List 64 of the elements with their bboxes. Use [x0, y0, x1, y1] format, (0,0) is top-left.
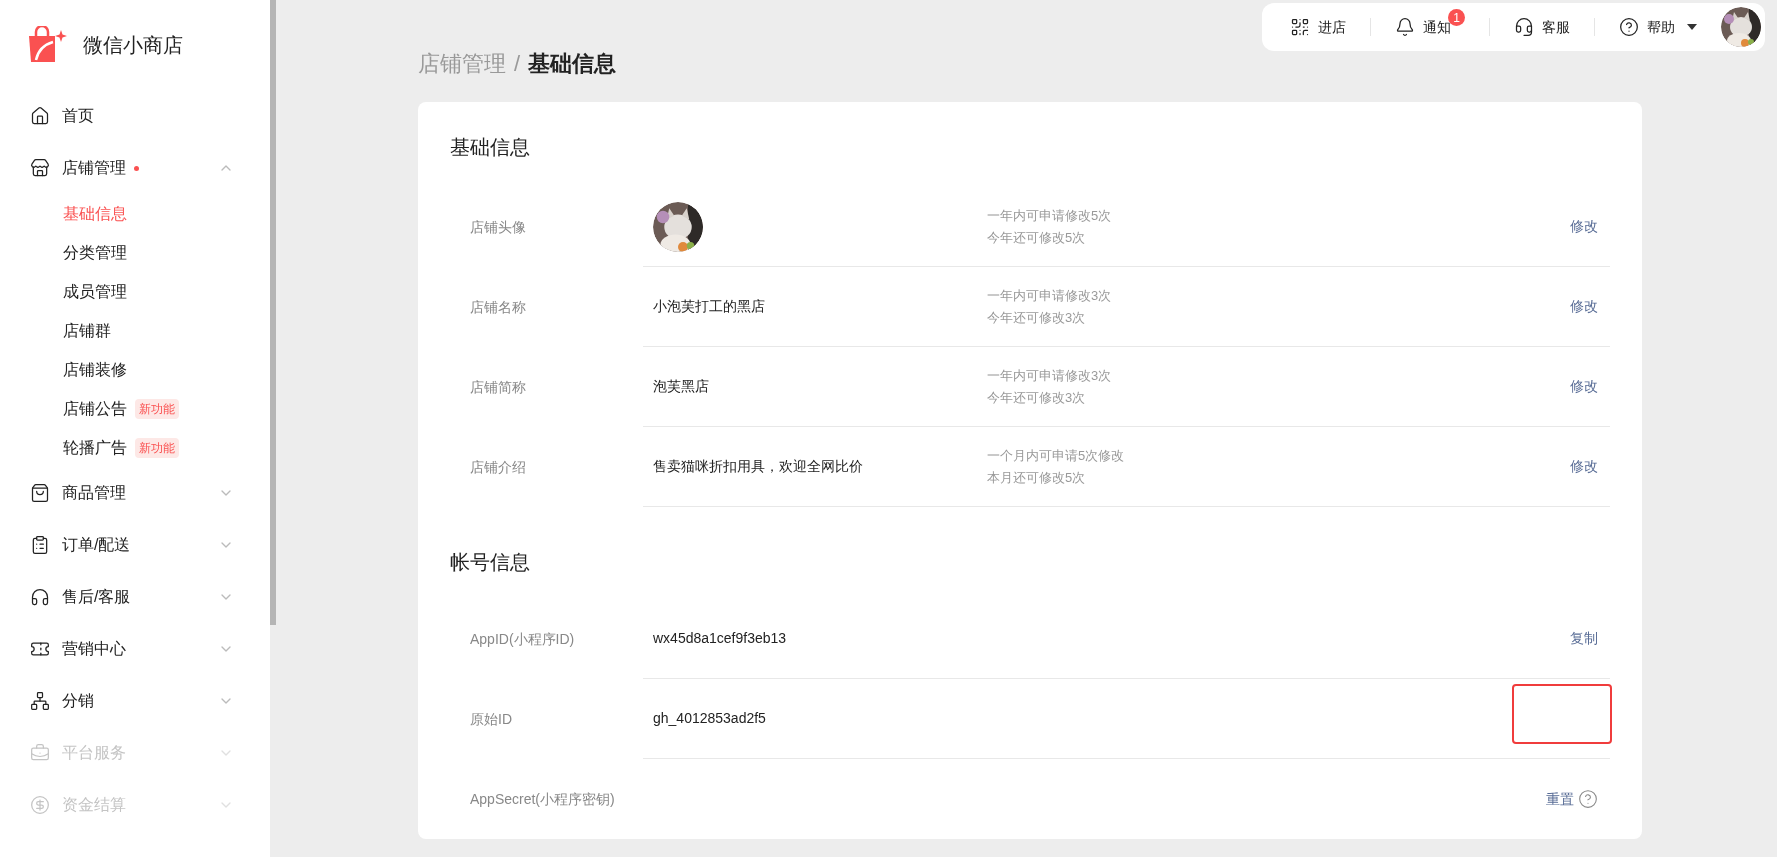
quota-note: 一年内可申请修改3次: [987, 286, 1113, 305]
quota-note: 本月还可修改5次: [987, 469, 1087, 487]
new-badge: 新功能: [135, 398, 179, 419]
clipboard-icon: [30, 535, 50, 555]
briefcase-icon: [30, 743, 50, 763]
quota-note: 今年还可修改3次: [987, 389, 1087, 407]
logo-icon: [27, 26, 67, 64]
sidebar-item[interactable]: 商品管理: [0, 467, 270, 519]
breadcrumb-separator: /: [514, 49, 521, 78]
section-title: 基础信息: [450, 135, 531, 160]
qr-code-icon: [1290, 17, 1310, 37]
network-icon: [30, 691, 50, 711]
field-label: AppID(小程序ID): [470, 629, 575, 649]
edit-link[interactable]: 修改: [1570, 376, 1598, 397]
brand-name: 微信小商店: [83, 33, 183, 58]
new-badge: 新功能: [135, 437, 179, 458]
submenu-item[interactable]: 成员管理: [63, 279, 127, 304]
field-value: 泡芙黑店: [653, 377, 709, 396]
field-label: AppSecret(小程序密钥): [470, 789, 615, 809]
help-icon[interactable]: [1578, 789, 1598, 809]
submenu-item[interactable]: 分类管理: [63, 240, 127, 265]
sidebar-item[interactable]: 售后/客服: [0, 571, 270, 623]
headset-icon: [30, 587, 50, 607]
sidebar-item[interactable]: 分销: [0, 675, 270, 727]
field-label: 店铺头像: [470, 217, 526, 237]
field-value: 小泡芙打工的黑店: [653, 297, 765, 316]
caret-icon: [1687, 24, 1697, 30]
sidebar-item[interactable]: 订单/配送: [0, 519, 270, 571]
bell-icon: [1395, 17, 1415, 37]
submenu-item[interactable]: 轮播广告: [63, 435, 127, 460]
edit-link[interactable]: 修改: [1570, 216, 1598, 237]
help-icon: [1619, 17, 1639, 37]
toolbar-button[interactable]: 帮助: [1619, 9, 1697, 45]
field-label: 店铺介绍: [470, 457, 526, 477]
field-value: 售卖猫咪折扣用具，欢迎全网比价: [653, 457, 863, 476]
submenu-item[interactable]: 店铺公告: [63, 396, 127, 421]
action-link[interactable]: 重置: [1546, 788, 1574, 810]
quota-note: 一年内可申请修改3次: [987, 366, 1113, 385]
edit-link[interactable]: 修改: [1570, 456, 1598, 477]
toolbar-button[interactable]: 客服: [1514, 9, 1570, 45]
headset-icon: [1514, 17, 1534, 37]
field-label: 店铺名称: [470, 297, 526, 317]
field-label: 原始ID: [470, 709, 512, 729]
page-title: 基础信息: [528, 49, 617, 78]
home-icon: [30, 106, 50, 126]
field-label: 店铺简称: [470, 377, 526, 397]
edit-link[interactable]: 修改: [1570, 296, 1598, 317]
submenu-item[interactable]: 店铺群: [63, 318, 111, 343]
quota-note: 今年还可修改3次: [987, 309, 1087, 327]
sidebar-item[interactable]: 营销中心: [0, 623, 270, 675]
store-icon: [30, 158, 50, 178]
quota-note: 一年内可申请修改5次: [987, 206, 1113, 225]
bag-icon: [30, 483, 50, 503]
action-link[interactable]: 复制: [1570, 628, 1598, 649]
scrollbar[interactable]: [270, 0, 276, 625]
section-title: 帐号信息: [450, 550, 531, 575]
sidebar-item[interactable]: 首页: [0, 90, 270, 142]
field-value: gh_4012853ad2f5: [653, 709, 766, 728]
toolbar-button[interactable]: 进店: [1290, 9, 1346, 45]
quota-note: 今年还可修改5次: [987, 229, 1087, 247]
sidebar-item[interactable]: 店铺管理: [0, 142, 270, 194]
submenu-item[interactable]: 店铺装修: [63, 357, 127, 382]
field-value: wx45d8a1cef9f3eb13: [653, 629, 787, 648]
coin-icon: [30, 795, 50, 815]
